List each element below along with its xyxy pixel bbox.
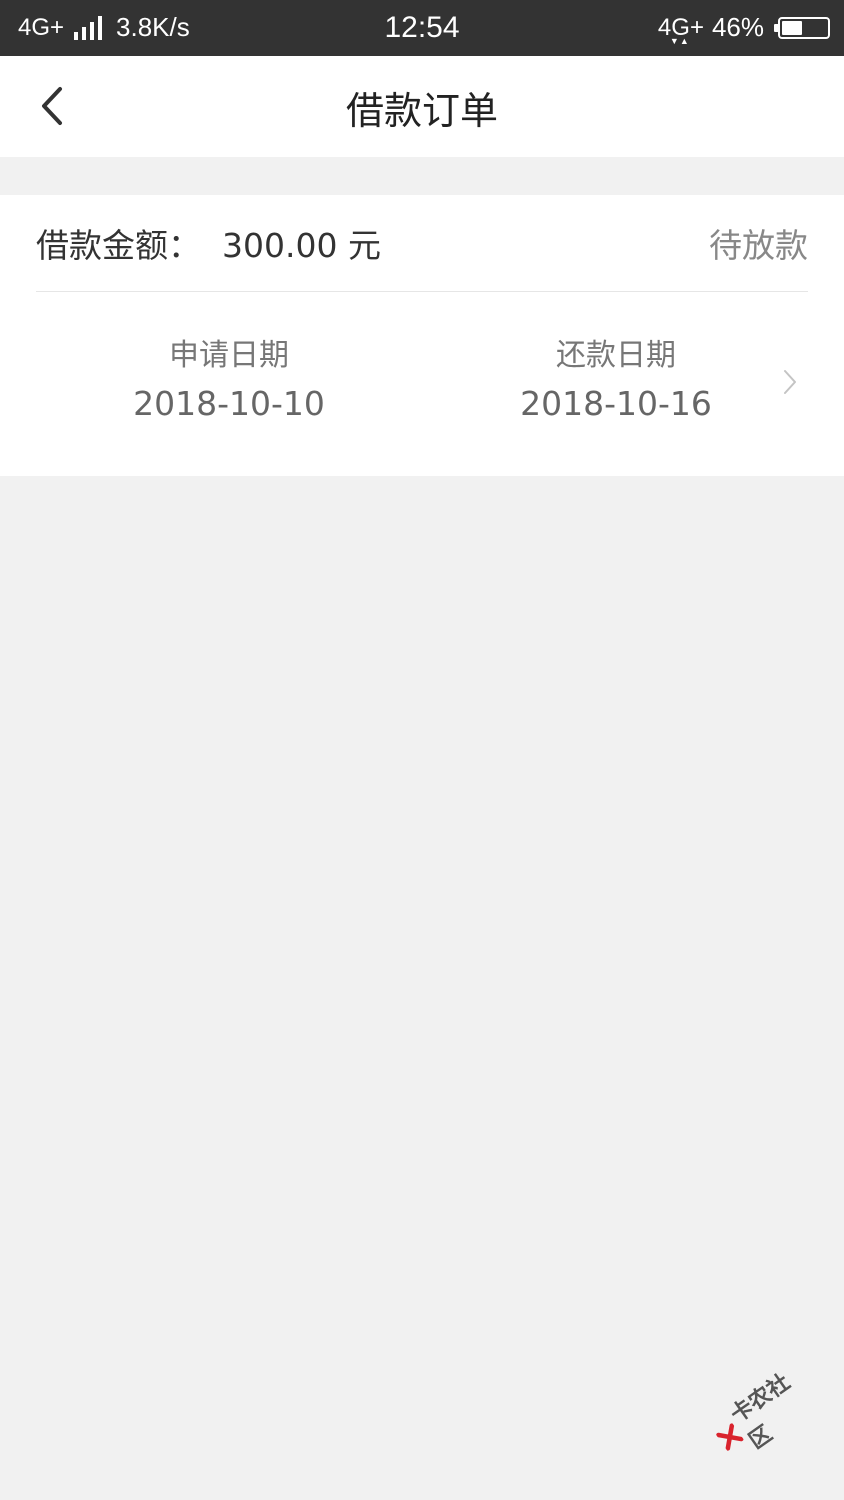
page-title: 借款订单 <box>345 89 498 133</box>
apply-date-value: 2018-10-10 <box>133 384 325 423</box>
battery-percent: 46% <box>711 12 764 42</box>
amount-row: 借款金额： 300.00 元 待放款 <box>36 195 808 292</box>
chevron-right-icon[interactable] <box>778 368 802 396</box>
network-type-secondary: 4G+ ▼▲ <box>658 14 704 46</box>
amount-label: 借款金额： <box>36 226 201 265</box>
nav-bar: 借款订单 <box>0 56 844 157</box>
status-bar: 4G+ 3.8K/s 12:54 4G+ ▼▲ 46% <box>0 0 844 56</box>
apply-date-label: 申请日期 <box>169 338 289 373</box>
order-status: 待放款 <box>709 226 808 265</box>
status-right: 4G+ ▼▲ 46% <box>658 12 830 46</box>
repay-date-label: 还款日期 <box>556 338 676 373</box>
loan-order-card[interactable]: 借款金额： 300.00 元 待放款 申请日期 2018-10-10 还款日期 … <box>0 195 844 476</box>
watermark: 卡农社区 <box>703 1357 825 1469</box>
data-transfer-icon: ▼▲ <box>669 35 690 46</box>
amount-value: 300.00 元 <box>222 226 381 265</box>
battery-fill <box>782 20 802 35</box>
repay-date-block: 还款日期 2018-10-16 <box>466 336 766 426</box>
battery-icon <box>774 16 830 39</box>
repay-date-value: 2018-10-16 <box>520 384 712 423</box>
battery-nub <box>774 23 778 32</box>
dates-row[interactable]: 申请日期 2018-10-10 还款日期 2018-10-16 <box>0 292 844 476</box>
apply-date-block: 申请日期 2018-10-10 <box>79 336 379 426</box>
